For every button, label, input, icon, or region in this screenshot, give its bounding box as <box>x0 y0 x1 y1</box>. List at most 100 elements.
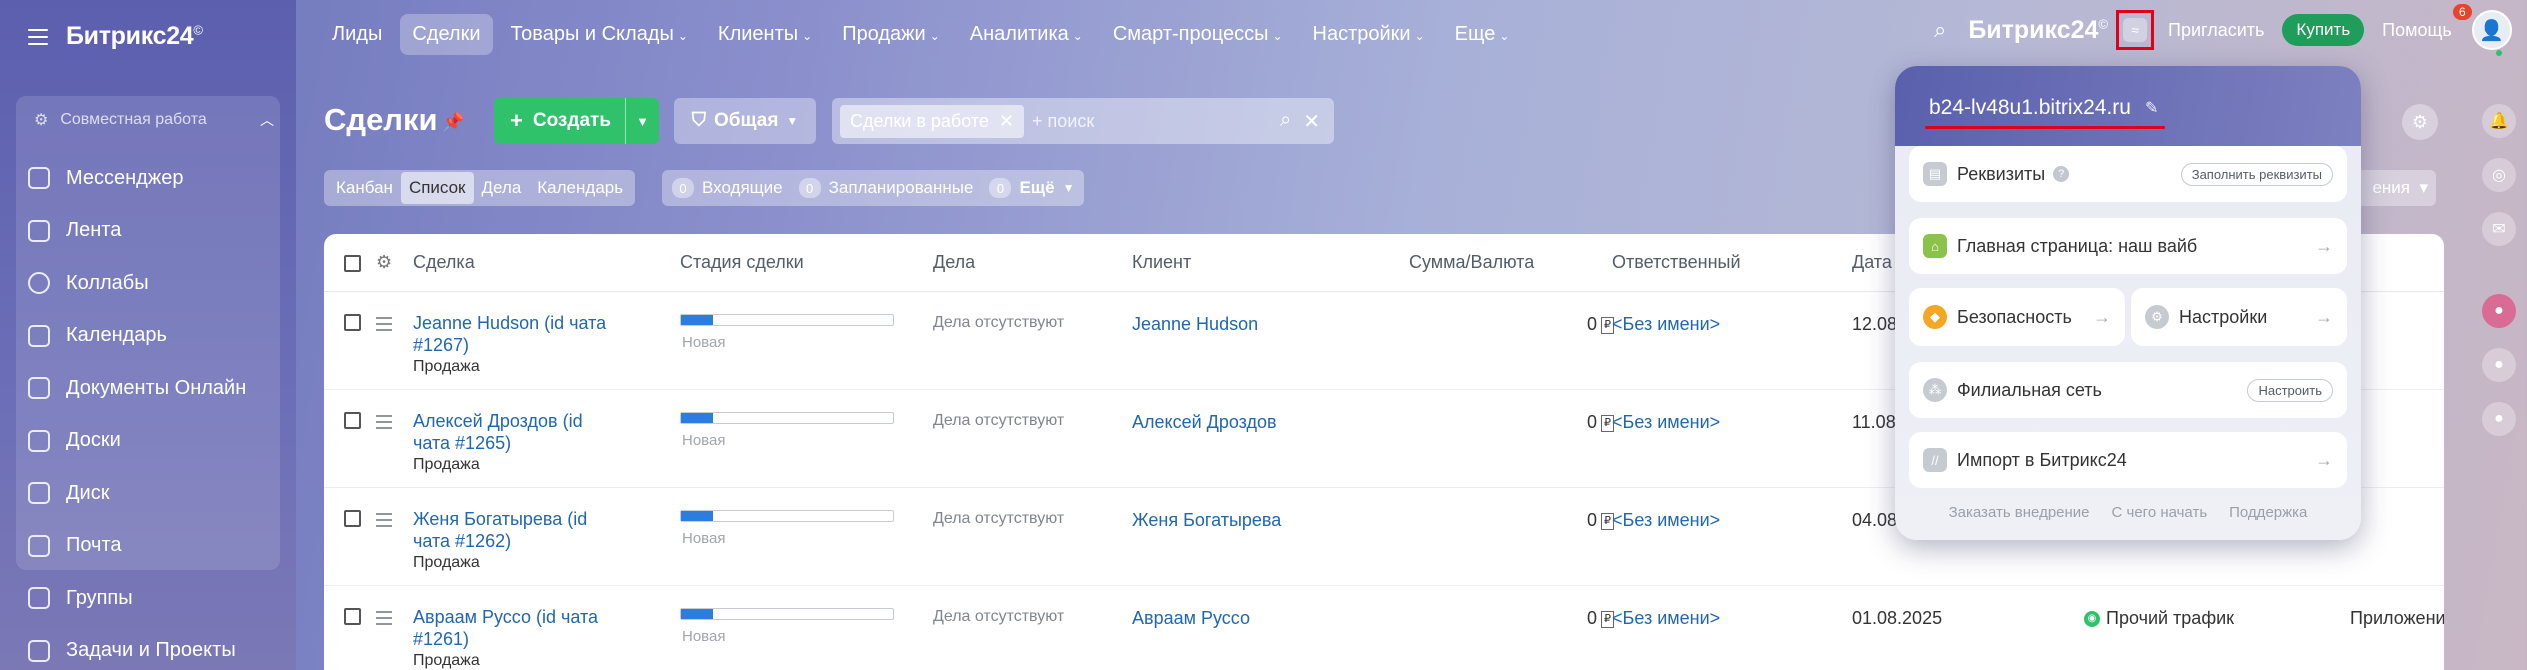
chat-bubble-icon[interactable]: ◎ <box>2482 158 2516 192</box>
client-link[interactable]: Женя Богатырева <box>1132 510 1281 531</box>
contact-avatar[interactable]: ● <box>2482 294 2516 328</box>
home-page-card[interactable]: ⌂ Главная страница: наш вайб → <box>1909 218 2347 274</box>
popup-footer-link-1[interactable]: С чего начать <box>2112 504 2208 521</box>
chevron-up-icon[interactable]: ︿ <box>260 110 274 130</box>
portal-widget-button[interactable]: ≈ <box>2116 10 2155 50</box>
brand-logo[interactable]: Битрикс24© <box>66 22 203 51</box>
drag-handle-icon[interactable] <box>376 611 392 629</box>
fill-requisites-button[interactable]: Заполнить реквизиты <box>2180 162 2333 186</box>
contact-avatar-3[interactable]: ● <box>2482 402 2516 436</box>
stage-progress-bar[interactable] <box>680 510 894 522</box>
header-stage[interactable]: Стадия сделки <box>680 252 804 273</box>
view-tab-1[interactable]: Список <box>400 172 474 204</box>
client-link[interactable]: Jeanne Hudson <box>1132 314 1258 335</box>
message-icon[interactable]: ✉ <box>2482 212 2516 246</box>
drag-handle-icon[interactable] <box>376 317 392 335</box>
create-dropdown-chevron-icon[interactable]: ▼ <box>625 98 659 144</box>
sidebar-item-3[interactable]: Календарь <box>28 310 278 363</box>
search-input[interactable] <box>1032 110 1273 132</box>
stage-progress-bar[interactable] <box>680 608 894 620</box>
drag-handle-icon[interactable] <box>376 513 392 531</box>
gear-icon[interactable]: ⚙ <box>2402 104 2438 140</box>
deal-link[interactable]: Авраам Руссо (id чата #1261) <box>413 606 623 650</box>
pencil-icon[interactable]: ✎ <box>2145 98 2158 118</box>
client-link[interactable]: Авраам Руссо <box>1132 608 1250 629</box>
header-client[interactable]: Клиент <box>1132 252 1191 273</box>
topnav-item-0[interactable]: Лиды <box>320 14 394 55</box>
deal-link[interactable]: Jeanne Hudson (id чата #1267) <box>413 312 623 356</box>
deal-link[interactable]: Алексей Дроздов (id чата #1265) <box>413 410 623 454</box>
configure-button[interactable]: Настроить <box>2247 378 2333 402</box>
header-activities[interactable]: Дела <box>933 252 975 273</box>
header-deal[interactable]: Сделка <box>413 252 475 273</box>
counter-2[interactable]: 0 Ещё ▼ <box>989 178 1074 198</box>
topnav-item-2[interactable]: Товары и Склады ⌄ <box>499 14 700 55</box>
sidebar-item-5[interactable]: Доски <box>28 415 278 468</box>
topnav-item-3[interactable]: Клиенты ⌄ <box>706 14 824 55</box>
security-card[interactable]: ◆ Безопасность → <box>1909 288 2125 346</box>
responsible-link[interactable]: <Без имени> <box>1612 608 1720 629</box>
responsible-link[interactable]: <Без имени> <box>1612 510 1720 531</box>
row-checkbox[interactable] <box>344 412 361 429</box>
sidebar-item-8[interactable]: Группы <box>28 572 278 625</box>
select-all-checkbox[interactable] <box>344 255 361 272</box>
search-icon[interactable]: ⌕ <box>1934 17 1946 43</box>
pin-icon[interactable]: 📌 <box>442 112 464 133</box>
deal-link[interactable]: Женя Богатырева (id чата #1262) <box>413 508 623 552</box>
menu-burger-icon[interactable] <box>28 28 48 45</box>
buy-button[interactable]: Купить <box>2282 14 2365 46</box>
sidebar-item-4[interactable]: Документы Онлайн <box>28 362 278 415</box>
settings-card[interactable]: ⚙ Настройки → <box>2131 288 2347 346</box>
responsible-link[interactable]: <Без имени> <box>1612 412 1720 433</box>
branch-network-card[interactable]: ⁂ Филиальная сеть Настроить <box>1909 362 2347 418</box>
portal-domain[interactable]: b24-lv48u1.bitrix24.ru <box>1929 96 2131 120</box>
popup-footer-link-0[interactable]: Заказать внедрение <box>1949 504 2090 521</box>
column-settings-gear-icon[interactable]: ⚙ <box>376 252 392 273</box>
topnav-item-7[interactable]: Настройки ⌄ <box>1301 14 1437 55</box>
responsible-link[interactable]: <Без имени> <box>1612 314 1720 335</box>
counter-1[interactable]: 0 Запланированные <box>798 178 973 198</box>
row-checkbox[interactable] <box>344 608 361 625</box>
clear-icon[interactable]: ✕ <box>1303 109 1320 134</box>
sidebar-item-6[interactable]: Диск <box>28 467 278 520</box>
contact-avatar-2[interactable]: ● <box>2482 348 2516 382</box>
close-icon[interactable]: ✕ <box>999 111 1014 132</box>
sidebar-item-0[interactable]: Мессенджер <box>28 152 278 205</box>
client-link[interactable]: Алексей Дроздов <box>1132 412 1277 433</box>
help-question-icon[interactable]: ? <box>2053 166 2070 182</box>
filter-search-bar[interactable]: Сделки в работе ✕ ⌕ ✕ <box>832 98 1334 144</box>
bell-icon[interactable]: 🔔 <box>2482 104 2516 138</box>
help-button[interactable]: Помощь 6 <box>2382 3 2472 41</box>
general-pipeline-button[interactable]: ⛉ Общая ▼ <box>674 98 816 144</box>
view-tab-3[interactable]: Календарь <box>529 172 631 204</box>
sidebar-group-header[interactable]: ⚙ Совместная работа ︿ <box>34 110 274 130</box>
counter-0[interactable]: 0 Входящие <box>672 178 783 198</box>
header-sum[interactable]: Сумма/Валюта <box>1409 252 1534 273</box>
create-button[interactable]: + Создать ▼ <box>494 98 659 144</box>
header-date[interactable]: Дата <box>1852 252 1892 273</box>
stage-progress-bar[interactable] <box>680 314 894 326</box>
requisites-card[interactable]: ▤ Реквизиты ? Заполнить реквизиты <box>1909 146 2347 202</box>
popup-footer-link-2[interactable]: Поддержка <box>2229 504 2307 521</box>
view-tab-0[interactable]: Канбан <box>328 172 401 204</box>
sidebar-item-2[interactable]: Коллабы <box>28 257 278 310</box>
invite-button[interactable]: Пригласить <box>2168 20 2264 41</box>
topnav-item-1[interactable]: Сделки <box>400 14 493 55</box>
view-tab-2[interactable]: Дела <box>474 172 530 204</box>
sidebar-item-9[interactable]: Задачи и Проекты <box>28 625 278 670</box>
table-row[interactable]: Авраам Руссо (id чата #1261) Продажа Новая… <box>324 586 2444 670</box>
sidebar-item-1[interactable]: Лента <box>28 205 278 258</box>
drag-handle-icon[interactable] <box>376 415 392 433</box>
topnav-item-6[interactable]: Смарт-процессы ⌄ <box>1101 14 1295 55</box>
sidebar-item-7[interactable]: Почта <box>28 520 278 573</box>
topnav-item-5[interactable]: Аналитика ⌄ <box>958 14 1095 55</box>
search-icon[interactable]: ⌕ <box>1280 109 1291 134</box>
topnav-item-8[interactable]: Еще ⌄ <box>1443 14 1522 55</box>
filter-chip[interactable]: Сделки в работе ✕ <box>840 104 1025 138</box>
row-checkbox[interactable] <box>344 314 361 331</box>
row-checkbox[interactable] <box>344 510 361 527</box>
topnav-item-4[interactable]: Продажи ⌄ <box>830 14 952 55</box>
header-responsible[interactable]: Ответственный <box>1612 252 1741 273</box>
import-card[interactable]: // Импорт в Битрикс24 → <box>1909 432 2347 488</box>
stage-progress-bar[interactable] <box>680 412 894 424</box>
